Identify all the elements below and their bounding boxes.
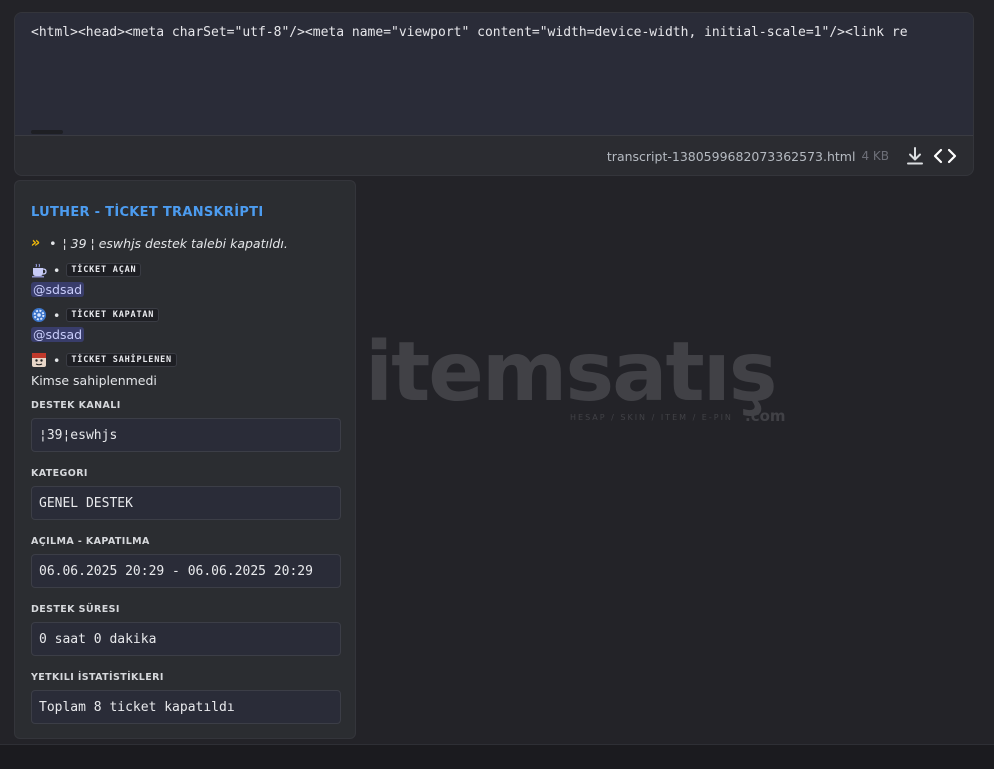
coffee-icon (31, 262, 47, 278)
closed-line: » • ¦ 39 ¦ eswhjs destek talebi kapatıld… (31, 234, 339, 252)
closer-mention[interactable]: @sdsad (31, 327, 85, 342)
download-icon[interactable] (903, 144, 927, 168)
field-value-open-close: 06.06.2025 20:29 - 06.06.2025 20:29 (31, 554, 341, 588)
field-value-staff-stats: Toplam 8 ticket kapatıldı (31, 690, 341, 724)
claimer-row: • TİCKET SAHİPLENEN (31, 351, 339, 369)
field-value-channel: ¦39¦eswhjs (31, 418, 341, 452)
field-name-open-close: AÇILMA - KAPATILMA (31, 536, 150, 547)
field-name-duration: DESTEK SÜRESI (31, 604, 120, 615)
watermark-tagline: HESAP / SKIN / ITEM / E-PIN (570, 413, 733, 422)
closer-row: • TİCKET KAPATAN (31, 306, 339, 324)
file-footer: transcript-1380599682073362573.html 4 KB (15, 136, 973, 175)
code-brackets-icon[interactable] (933, 144, 957, 168)
bullet-separator: • (53, 352, 61, 368)
field-name-category: KATEGORI (31, 468, 88, 479)
file-attachment: <html><head><meta charSet="utf-8"/><meta… (14, 12, 974, 176)
file-size: 4 KB (861, 149, 889, 163)
watermark-suffix: .com (745, 407, 786, 425)
avatar-icon (31, 352, 47, 368)
opener-badge: TİCKET AÇAN (66, 263, 142, 277)
field-value-category: GENEL DESTEK (31, 486, 341, 520)
field-name-channel: DESTEK KANALI (31, 400, 121, 411)
double-chevron-icon: » (31, 235, 40, 251)
field-name-staff-stats: YETKILI İSTATİSTİKLERI (31, 672, 164, 683)
file-name[interactable]: transcript-1380599682073362573.html (607, 149, 856, 164)
closed-message: ¦ 39 ¦ eswhjs destek talebi kapatıldı. (62, 235, 288, 251)
bullet-separator: • (53, 307, 61, 323)
field-value-duration: 0 saat 0 dakika (31, 622, 341, 656)
bullet-separator: • (49, 235, 57, 251)
gear-icon (31, 307, 47, 323)
ticket-embed: LUTHER - TİCKET TRANSKRİPTI » • ¦ 39 ¦ e… (14, 180, 356, 739)
code-preview[interactable]: <html><head><meta charSet="utf-8"/><meta… (15, 13, 973, 136)
watermark-brand: itemsatış (365, 325, 778, 420)
code-preview-text: <html><head><meta charSet="utf-8"/><meta… (31, 25, 908, 40)
embed-title: LUTHER - TİCKET TRANSKRİPTI (31, 205, 264, 220)
claimer-badge: TİCKET SAHİPLENEN (66, 353, 177, 367)
bottom-bar (0, 744, 994, 769)
opener-row: • TİCKET AÇAN (31, 261, 339, 279)
horizontal-scrollbar[interactable] (31, 130, 63, 134)
closer-badge: TİCKET KAPATAN (66, 308, 160, 322)
opener-mention[interactable]: @sdsad (31, 282, 85, 297)
bullet-separator: • (53, 262, 61, 278)
claimer-value: Kimse sahiplenmedi (31, 373, 157, 388)
